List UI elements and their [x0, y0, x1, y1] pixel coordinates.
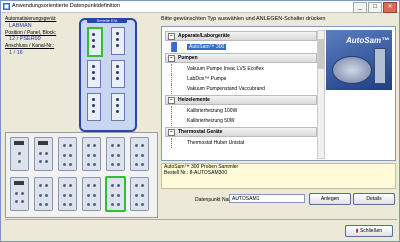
schliessen-button[interactable]: ▮ Schließen — [345, 225, 393, 237]
divider — [5, 219, 397, 220]
scrollbar-thumb[interactable] — [318, 39, 324, 69]
anlegen-button[interactable]: Anlegen — [309, 193, 351, 205]
device-info-panel: Automatisierungsgerät: LABMAN Position /… — [5, 16, 75, 128]
description-line-2: Bestell Nr.: 8-AUTOSAM300 — [164, 170, 227, 176]
device-module-image: Serielle E/A — [79, 18, 137, 132]
device-module-label: Serielle E/A — [87, 18, 127, 23]
port-slot-6[interactable] — [111, 93, 125, 121]
module-thumbnail[interactable] — [130, 177, 149, 211]
position-value: 12 / PSER99 — [9, 36, 41, 42]
tree-item[interactable]: Vakuum Pumpe Invac LVS Ecoflex — [165, 64, 317, 74]
datapoint-name-input[interactable]: AUTOSAM1 — [229, 194, 305, 203]
type-selection-panel: − Apparate/Laborgeräte AutoSam™ 300 − Pump… — [161, 26, 396, 161]
tree-item[interactable]: Kalibrierheizung 100W — [165, 106, 317, 116]
module-thumbnail[interactable] — [58, 177, 77, 211]
close-button[interactable]: ✕ — [383, 2, 397, 13]
device-value: LABMAN — [9, 22, 32, 29]
port-slot-5[interactable] — [87, 93, 101, 121]
port-slot-4[interactable] — [111, 60, 125, 88]
details-button[interactable]: Details — [353, 193, 395, 205]
instruction-text: Bitte gewünschten Typ auswählen und ANLE… — [161, 16, 326, 22]
tree-category[interactable]: − Thermostat Geräte — [165, 127, 317, 137]
tree-category[interactable]: − Pumpen — [165, 53, 317, 63]
tree-category[interactable]: − Apparate/Laborgeräte — [165, 31, 317, 41]
tree-item[interactable]: Kalibrierheizung 50W — [165, 116, 317, 126]
tree-item[interactable]: Vakuum Pumpenstand Vaccubrand — [165, 84, 317, 94]
module-thumbnail[interactable] — [82, 177, 101, 211]
module-thumbnail[interactable] — [10, 137, 29, 171]
collapse-icon[interactable]: − — [168, 129, 175, 136]
collapse-icon[interactable]: − — [168, 97, 175, 104]
window-title: Anwendungsorientierte Datenpunktdefiniti… — [12, 3, 120, 9]
main-window: Anwendungsorientierte Datenpunktdefiniti… — [0, 0, 400, 242]
tree-item[interactable]: Thermostat Huber Unistat — [165, 138, 317, 148]
tree-category[interactable]: − Heizelemente — [165, 95, 317, 105]
module-thumbnail-selected[interactable] — [105, 176, 126, 212]
module-thumbnail[interactable] — [58, 137, 77, 171]
title-bar: Anwendungsorientierte Datenpunktdefiniti… — [1, 1, 399, 13]
door-icon: ▮ — [355, 228, 359, 234]
schliessen-label: Schließen — [359, 228, 383, 234]
sampler-carousel-icon — [332, 56, 372, 84]
sampler-tower-icon — [374, 48, 386, 84]
port-slot-3[interactable] — [87, 60, 101, 88]
tree-item[interactable]: LabDos™ Pumpe — [165, 74, 317, 84]
description-box: AutoSam™ 300 Proben Sammler Bestell Nr.:… — [161, 163, 396, 189]
module-thumbnail[interactable] — [106, 137, 125, 171]
tree-item-selected[interactable]: AutoSam™ 300 — [165, 42, 317, 52]
anschluss-value: 1 / 16 — [9, 49, 23, 56]
module-thumbnail[interactable] — [34, 137, 53, 171]
collapse-icon[interactable]: − — [168, 55, 175, 62]
collapse-icon[interactable]: − — [168, 33, 175, 40]
module-thumbnail[interactable] — [82, 137, 101, 171]
module-thumbnail[interactable] — [130, 137, 149, 171]
module-thumbnail[interactable] — [10, 177, 29, 211]
port-slot-1[interactable] — [87, 27, 103, 57]
maximize-button[interactable]: □ — [368, 2, 382, 13]
module-thumbnail-panel — [5, 132, 158, 218]
minimize-button[interactable]: _ — [353, 2, 367, 13]
app-icon — [3, 3, 10, 10]
tree-scrollbar[interactable] — [317, 30, 325, 159]
preview-brand: AutoSam™ — [346, 36, 390, 45]
device-preview-image: AutoSam™ — [326, 30, 392, 90]
module-thumbnail[interactable] — [34, 177, 53, 211]
port-slot-2[interactable] — [111, 27, 125, 55]
type-tree[interactable]: − Apparate/Laborgeräte AutoSam™ 300 − Pump… — [165, 30, 317, 157]
